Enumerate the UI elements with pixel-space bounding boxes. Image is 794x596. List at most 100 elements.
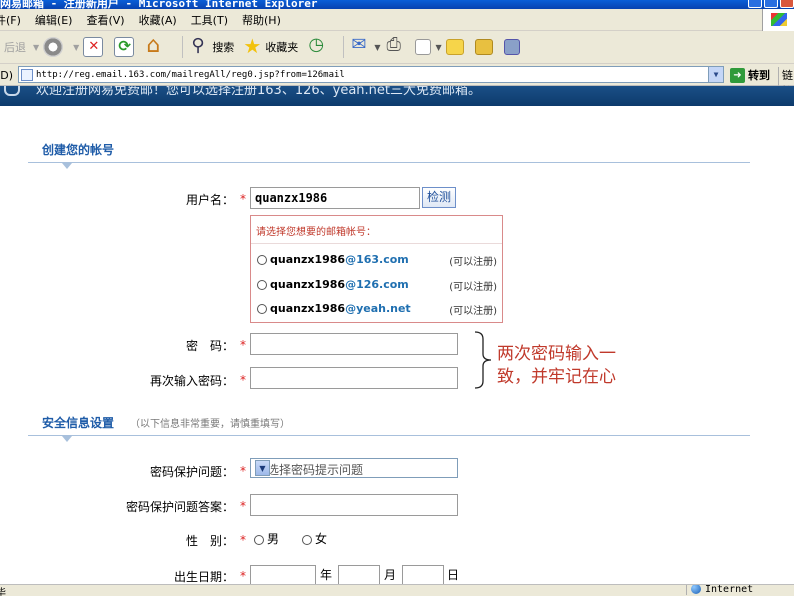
option-domain: @yeah.net bbox=[345, 302, 411, 315]
required-mark: * bbox=[240, 373, 246, 387]
note-line-2: 致，并牢记在心 bbox=[497, 367, 616, 387]
answer-label: 密码保护问题答案： bbox=[125, 500, 234, 514]
check-button[interactable]: 检测 bbox=[422, 187, 456, 208]
close-button[interactable] bbox=[780, 0, 794, 8]
month-label: 月 bbox=[384, 568, 397, 582]
maximize-button[interactable] bbox=[764, 0, 778, 8]
mail-icon bbox=[350, 34, 372, 57]
radio-button[interactable] bbox=[257, 304, 267, 314]
birthday-label: 出生日期： bbox=[173, 570, 234, 584]
forward-dropdown-icon[interactable]: ▼ bbox=[73, 43, 79, 52]
male-label: 男 bbox=[267, 532, 280, 546]
option-status: (可以注册) bbox=[449, 257, 497, 268]
confirm-password-label: 再次输入密码： bbox=[149, 374, 234, 388]
edit-button[interactable] bbox=[415, 39, 434, 55]
forward-button[interactable] bbox=[43, 37, 66, 57]
page-content: 欢迎注册网易免费邮！您可以选择注册163、126、yeah.net三大免费邮箱。… bbox=[0, 86, 794, 584]
back-label: 后退 bbox=[4, 41, 26, 54]
mail-logo-icon bbox=[4, 86, 20, 96]
birth-year-input[interactable] bbox=[250, 565, 316, 584]
search-label: 搜索 bbox=[212, 41, 235, 54]
window-controls bbox=[748, 0, 794, 8]
option-status: (可以注册) bbox=[449, 282, 497, 293]
back-button[interactable]: 后退 bbox=[4, 37, 26, 57]
address-label: 地址(D) bbox=[0, 68, 14, 82]
option-user: quanzx1986 bbox=[270, 302, 346, 315]
search-button[interactable]: 搜索 bbox=[189, 35, 235, 57]
option-user: quanzx1986 bbox=[270, 253, 346, 266]
menu-file[interactable]: 文件(F) bbox=[0, 12, 21, 28]
history-button[interactable] bbox=[306, 34, 329, 57]
address-input[interactable]: http://reg.email.163.com/mailregAll/reg0… bbox=[18, 66, 724, 83]
caret-down-icon bbox=[62, 163, 72, 169]
search-icon bbox=[189, 35, 209, 57]
radio-button[interactable] bbox=[257, 280, 267, 290]
refresh-icon bbox=[114, 37, 135, 57]
favorites-label: 收藏夹 bbox=[265, 41, 299, 54]
print-button[interactable] bbox=[384, 34, 407, 57]
suggestion-option[interactable]: quanzx1986@163.com (可以注册) bbox=[257, 253, 497, 271]
username-input[interactable]: quanzx1986 bbox=[250, 187, 420, 209]
year-label: 年 bbox=[320, 568, 333, 582]
discuss-button[interactable] bbox=[445, 39, 467, 55]
toolbar: 后退 ▼ ▼ 搜索 收藏夹 ▼ bbox=[0, 31, 794, 64]
section-title: 创建您的帐号 bbox=[42, 143, 115, 157]
home-button[interactable] bbox=[145, 33, 168, 58]
welcome-banner: 欢迎注册网易免费邮！您可以选择注册163、126、yeah.net三大免费邮箱。 bbox=[0, 86, 794, 106]
option-status: (可以注册) bbox=[449, 306, 497, 317]
folder-icon bbox=[445, 39, 464, 55]
menu-tools[interactable]: 工具(T) bbox=[191, 12, 228, 28]
gender-male-option[interactable]: 男 bbox=[254, 530, 279, 547]
question-select[interactable]: 请选择密码提示问题 ▼ bbox=[250, 458, 458, 478]
password-input[interactable] bbox=[250, 333, 458, 355]
edit-dropdown-icon[interactable]: ▼ bbox=[435, 43, 441, 52]
required-mark: * bbox=[240, 338, 246, 352]
messenger-button[interactable] bbox=[474, 39, 496, 55]
question-label: 密码保护问题： bbox=[149, 465, 234, 479]
confirm-password-input[interactable] bbox=[250, 367, 458, 389]
menu-help[interactable]: 帮助(H) bbox=[242, 12, 281, 28]
go-arrow-icon: ➜ bbox=[730, 67, 745, 83]
address-dropdown-icon[interactable]: ▼ bbox=[708, 67, 723, 82]
female-label: 女 bbox=[315, 532, 328, 546]
radio-button[interactable] bbox=[254, 534, 264, 545]
window-title: 网易邮箱 - 注册新用户 - Microsoft Internet Explor… bbox=[0, 0, 318, 9]
mail-button[interactable] bbox=[350, 34, 375, 57]
toolbar-separator bbox=[343, 36, 345, 58]
menu-bar: 文件(F) 编辑(E) 查看(V) 收藏(A) 工具(T) 帮助(H) bbox=[0, 9, 794, 31]
go-button[interactable]: ➜ 转到 bbox=[730, 67, 770, 83]
stop-button[interactable] bbox=[83, 37, 106, 57]
messenger-icon bbox=[474, 39, 493, 55]
select-arrow-icon[interactable]: ▼ bbox=[255, 460, 270, 476]
section-security: 安全信息设置 （以下信息非常重要，请慎重填写） bbox=[28, 414, 750, 442]
menu-favorites[interactable]: 收藏(A) bbox=[139, 12, 177, 28]
radio-button[interactable] bbox=[302, 534, 312, 545]
gender-female-option[interactable]: 女 bbox=[302, 530, 327, 547]
brace-icon bbox=[474, 331, 492, 389]
day-label: 日 bbox=[447, 568, 460, 582]
menu-edit[interactable]: 编辑(E) bbox=[35, 12, 73, 28]
required-mark: * bbox=[240, 464, 246, 478]
menu-view[interactable]: 查看(V) bbox=[86, 12, 124, 28]
suggestion-option[interactable]: quanzx1986@yeah.net (可以注册) bbox=[257, 302, 497, 320]
back-dropdown-icon[interactable]: ▼ bbox=[33, 43, 39, 52]
required-mark: * bbox=[240, 192, 246, 206]
banner-text: 欢迎注册网易免费邮！您可以选择注册163、126、yeah.net三大免费邮箱。 bbox=[36, 86, 481, 98]
minimize-button[interactable] bbox=[748, 0, 762, 8]
note-line-1: 两次密码输入一 bbox=[497, 344, 616, 364]
gender-label: 性 别： bbox=[185, 534, 234, 548]
research-button[interactable] bbox=[503, 39, 523, 55]
mail-dropdown-icon[interactable]: ▼ bbox=[374, 43, 380, 52]
status-text: 完毕 bbox=[0, 585, 6, 596]
password-note: 两次密码输入一 致，并牢记在心 bbox=[497, 343, 647, 389]
birth-month-input[interactable] bbox=[338, 565, 380, 584]
favorites-button[interactable]: 收藏夹 bbox=[242, 34, 299, 58]
refresh-button[interactable] bbox=[114, 37, 137, 57]
birth-day-input[interactable] bbox=[402, 565, 444, 584]
suggestion-option[interactable]: quanzx1986@126.com (可以注册) bbox=[257, 278, 497, 296]
password-label: 密 码： bbox=[185, 339, 234, 353]
required-mark: * bbox=[240, 533, 246, 547]
radio-button[interactable] bbox=[257, 255, 267, 265]
answer-input[interactable] bbox=[250, 494, 458, 516]
print-icon bbox=[384, 34, 404, 57]
